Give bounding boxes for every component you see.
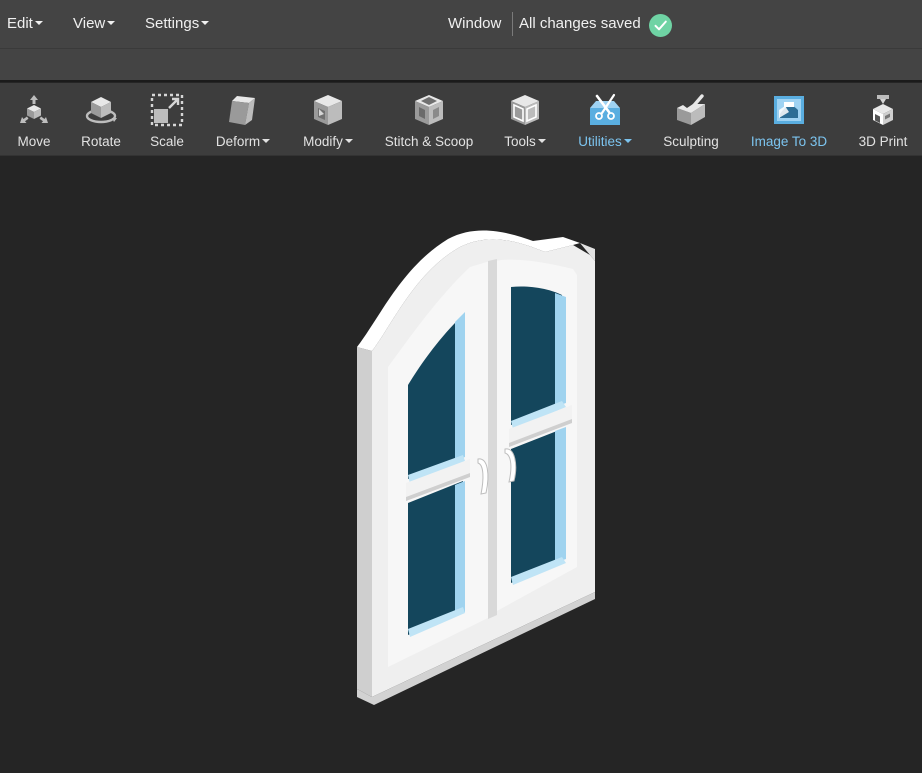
3d-print-label: 3D Print <box>858 134 908 149</box>
tools-icon <box>511 95 539 125</box>
rotate-icon <box>85 97 117 124</box>
deform-icon <box>229 96 255 125</box>
sculpting-icon <box>677 94 705 125</box>
caret-down-icon <box>623 139 632 144</box>
rotate-tool[interactable]: Rotate <box>77 83 125 156</box>
deform-text: Deform <box>215 134 261 149</box>
title-divider <box>512 12 513 36</box>
modify-tool[interactable]: Modify <box>300 83 356 156</box>
scale-icon <box>150 93 184 127</box>
tools-tool[interactable]: Tools <box>500 83 550 156</box>
deform-tool[interactable]: Deform <box>212 83 274 156</box>
caret-down-icon <box>344 139 353 144</box>
caret-down-icon <box>34 21 43 26</box>
3d-print-tool[interactable]: 3D Print <box>856 83 910 156</box>
stitch-scoop-icon <box>415 95 443 125</box>
move-icon <box>20 95 48 123</box>
caret-down-icon <box>537 139 546 144</box>
menu-settings-label: Settings <box>145 15 200 32</box>
menu-view[interactable]: View <box>73 15 116 32</box>
3d-printer-icon <box>873 95 893 125</box>
move-tool[interactable]: Move <box>12 83 56 156</box>
caret-down-icon <box>107 21 116 26</box>
utilities-label: Utilities <box>578 134 632 149</box>
menu-edit[interactable]: Edit <box>7 15 43 32</box>
move-label: Move <box>17 134 51 149</box>
sculpting-tool[interactable]: Sculpting <box>660 83 722 156</box>
document-title[interactable]: Window <box>448 15 501 32</box>
window-model[interactable] <box>0 157 922 768</box>
image-to-3d-label: Image To 3D <box>750 134 828 149</box>
save-status: All changes saved <box>519 15 641 32</box>
utilities-text: Utilities <box>578 134 622 149</box>
menu-settings[interactable]: Settings <box>145 15 210 32</box>
sculpting-label: Sculpting <box>663 134 719 149</box>
utilities-tool[interactable]: Utilities <box>574 83 636 156</box>
deform-label: Deform <box>215 134 271 149</box>
modify-icon <box>314 95 342 125</box>
menu-edit-label: Edit <box>7 15 33 32</box>
caret-down-icon <box>201 21 210 26</box>
check-circle-icon <box>649 14 672 37</box>
rotate-label: Rotate <box>81 134 121 149</box>
image-to-3d-icon <box>774 96 804 124</box>
main-toolbar: Move Rotate Scale Deform Modify Stitch &… <box>0 83 922 156</box>
scale-label: Scale <box>150 134 184 149</box>
tools-label: Tools <box>504 134 546 149</box>
modify-label: Modify <box>303 134 353 149</box>
3d-viewport[interactable] <box>0 157 922 768</box>
utilities-icon <box>590 93 620 125</box>
menu-bar: Edit View Settings Window All changes sa… <box>0 0 922 49</box>
tools-text: Tools <box>504 134 536 149</box>
secondary-bar <box>0 49 922 82</box>
scale-tool[interactable]: Scale <box>147 83 187 156</box>
stitch-scoop-tool[interactable]: Stitch & Scoop <box>382 83 476 156</box>
modify-text: Modify <box>303 134 343 149</box>
stitch-scoop-label: Stitch & Scoop <box>384 134 474 149</box>
caret-down-icon <box>262 139 271 144</box>
image-to-3d-tool[interactable]: Image To 3D <box>748 83 830 156</box>
menu-view-label: View <box>73 15 106 32</box>
